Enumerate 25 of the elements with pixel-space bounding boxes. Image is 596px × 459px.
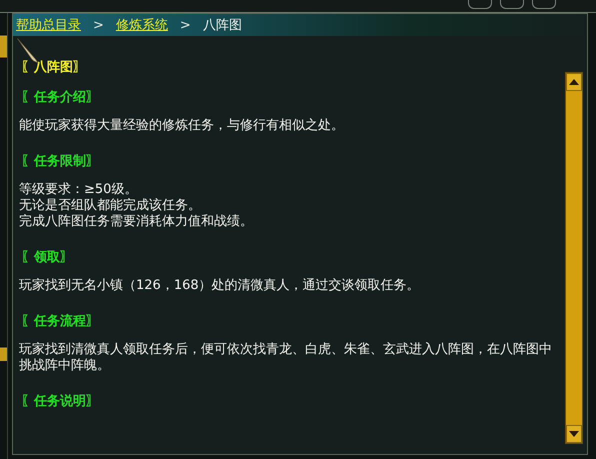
paragraph: 能使玩家获得大量经验的修炼任务，与修行有相似之处。 [19,118,345,134]
scrollbar[interactable] [565,72,583,444]
breadcrumb-link[interactable]: 修炼系统 [116,16,168,34]
page-title: 〖八阵图〗 [21,59,87,76]
breadcrumb-separator: > [180,18,191,32]
breadcrumb-separator: > [93,18,104,32]
window-button[interactable] [532,0,556,9]
paragraph: 无论是否组队都能完成该任务。 [19,198,202,214]
down-arrow-icon [569,431,579,437]
breadcrumb-current: 八阵图 [202,17,242,34]
scroll-up-button[interactable] [566,73,582,91]
paragraph: 等级要求：≥50级。 [19,182,138,198]
paragraph: 完成八阵图任务需要消耗体力值和战绩。 [19,214,254,230]
section-heading: 〖任务介绍〗 [21,89,100,106]
paragraph: 玩家找到清微真人领取任务后，便可依次找青龙、白虎、朱雀、玄武进入八阵图，在八阵图中挑战阵中阵魄。 [19,342,553,374]
paragraph: 玩家找到无名小镇（126，168）处的清微真人，通过交谈领取任务。 [19,278,421,294]
section-heading: 〖任务流程〗 [21,312,100,330]
breadcrumb-link[interactable]: 帮助总目录 [16,16,81,34]
section-heading: 〖任务说明〗 [21,393,100,410]
window-button[interactable] [468,0,492,9]
window-button[interactable] [500,0,524,9]
section-heading: 〖任务限制〗 [21,153,100,170]
section-heading: 〖领取〗 [21,249,74,266]
up-arrow-icon [569,79,579,85]
scroll-down-button[interactable] [566,425,582,443]
